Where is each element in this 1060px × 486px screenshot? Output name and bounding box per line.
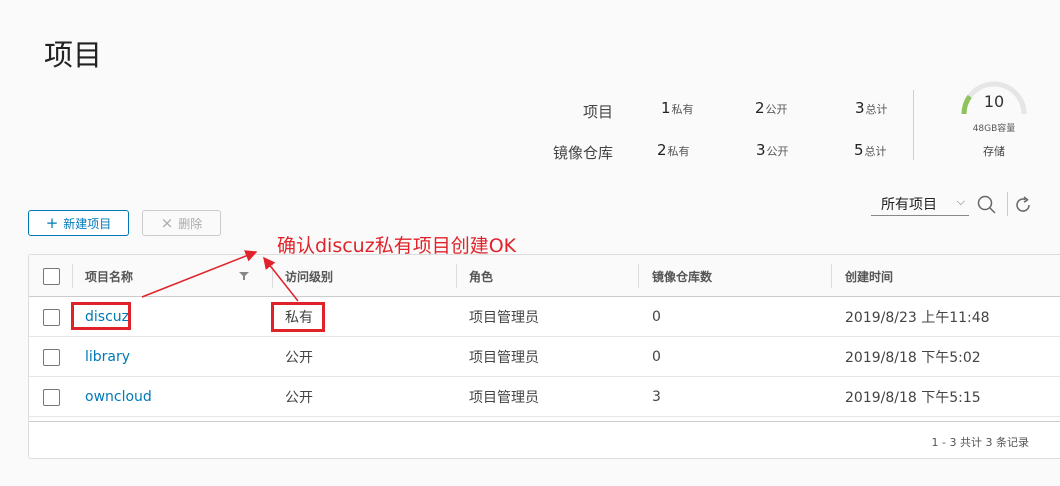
annotation-arrow-access <box>263 256 299 302</box>
annotation-arrows <box>141 250 299 302</box>
annotation-arrow-name <box>141 250 258 298</box>
